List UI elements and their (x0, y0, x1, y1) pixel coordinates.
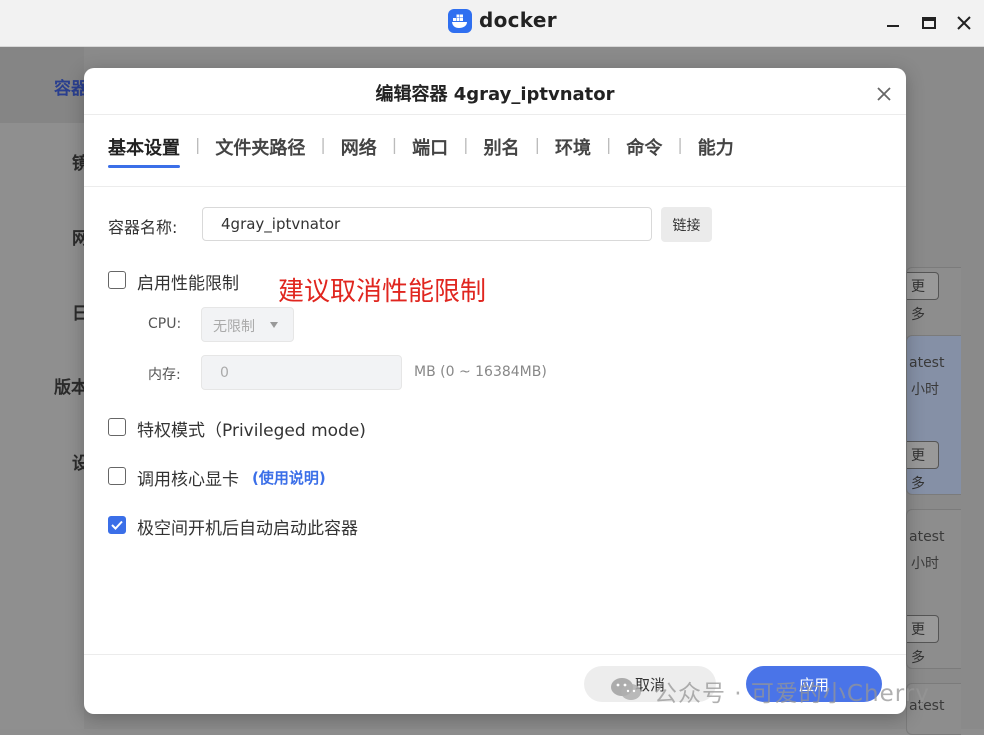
tab-separator: | (195, 135, 201, 154)
bg-container-card: atest 小时 更多 (906, 335, 961, 495)
tab-network[interactable]: 网络 (341, 134, 377, 168)
edit-container-dialog: 编辑容器 4gray_iptvnator 基本设置 | 文件夹路径 | 网络 |… (84, 68, 906, 714)
checkmark-icon (111, 520, 123, 530)
window-title: docker (479, 8, 557, 32)
footer-divider (84, 654, 906, 655)
bg-container-card: atest 小时 更多 (906, 509, 961, 669)
tab-separator: | (463, 135, 469, 154)
minimize-icon[interactable] (884, 14, 902, 32)
bg-nav-item: 容器 (54, 79, 88, 99)
cpu-select-value: 无限制 (213, 319, 255, 335)
bg-nav-item: 版本 (54, 378, 88, 398)
memory-label: 内存: (148, 367, 181, 383)
docker-logo-icon (448, 9, 472, 33)
wechat-icon (611, 678, 641, 700)
dialog-tabs: 基本设置 | 文件夹路径 | 网络 | 端口 | 别名 | 环境 | 命令 | … (108, 134, 734, 174)
perf-limit-label[interactable]: 启用性能限制 (137, 269, 239, 294)
autostart-label[interactable]: 极空间开机后自动启动此容器 (137, 514, 358, 539)
cpu-label: CPU: (148, 316, 182, 332)
window-titlebar: docker (0, 0, 984, 47)
annotation-text: 建议取消性能限制 (278, 277, 487, 307)
dialog-close-icon[interactable] (876, 86, 892, 102)
maximize-icon[interactable] (920, 14, 938, 32)
privileged-mode-checkbox[interactable] (108, 418, 126, 436)
bg-more-button: 更多 (907, 615, 939, 666)
tab-environment[interactable]: 环境 (555, 134, 591, 168)
tab-basic-settings[interactable]: 基本设置 (108, 134, 180, 168)
memory-hint: MB (0 ~ 16384MB) (414, 364, 547, 380)
container-name-label: 容器名称: (108, 218, 178, 237)
tab-separator: | (677, 135, 683, 154)
usage-instructions-link[interactable]: (使用说明) (252, 467, 326, 488)
caret-down-icon (270, 322, 278, 328)
tab-capabilities[interactable]: 能力 (698, 134, 734, 168)
tab-port[interactable]: 端口 (412, 134, 448, 168)
autostart-checkbox[interactable] (108, 516, 126, 534)
dialog-title: 编辑容器 4gray_iptvnator (375, 84, 615, 105)
bg-more-button: 更多 (907, 272, 939, 323)
watermark-text: 公众号 · 可爱的小Cherry (654, 681, 930, 707)
link-button[interactable]: 链接 (661, 207, 712, 242)
gpu-label[interactable]: 调用核心显卡 (137, 465, 239, 490)
tab-separator: | (391, 135, 398, 154)
tab-folder-path[interactable]: 文件夹路径 (215, 134, 305, 168)
tab-separator: | (320, 135, 326, 154)
container-name-input[interactable] (202, 207, 652, 241)
perf-limit-checkbox[interactable] (108, 271, 126, 289)
tab-separator: | (534, 135, 540, 154)
tabs-divider (84, 186, 906, 187)
tab-separator: | (605, 135, 612, 154)
dialog-header: 编辑容器 4gray_iptvnator (84, 68, 906, 115)
bg-more-button: 更多 (907, 441, 939, 492)
window-close-icon[interactable] (955, 14, 973, 32)
memory-input (201, 355, 402, 390)
cpu-select: 无限制 (201, 307, 294, 342)
privileged-mode-label[interactable]: 特权模式（Privileged mode) (137, 416, 366, 441)
gpu-checkbox[interactable] (108, 467, 126, 485)
tab-command[interactable]: 命令 (626, 134, 662, 168)
tab-alias[interactable]: 别名 (484, 134, 520, 168)
